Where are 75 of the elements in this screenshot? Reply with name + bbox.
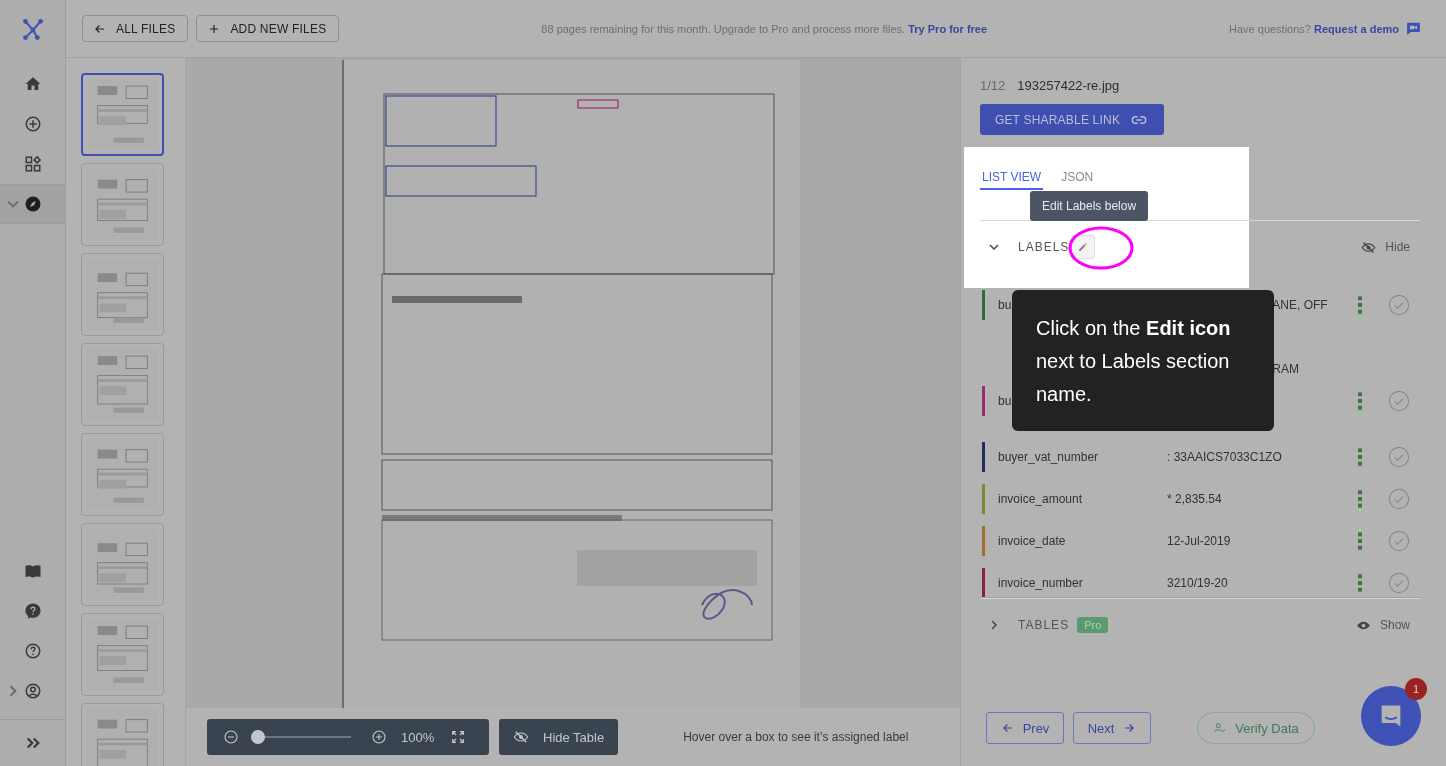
pencil-icon [1077, 241, 1090, 253]
page-thumbnail[interactable] [81, 613, 164, 696]
user-check-icon [1213, 721, 1228, 735]
tooltip: Edit Labels below [1030, 191, 1149, 221]
add-files-button[interactable]: ADD NEW FILES [196, 15, 340, 42]
demo-prompt: Have questions? Request a demo [1229, 22, 1399, 35]
compass-icon [23, 195, 42, 213]
request-demo-link[interactable]: Request a demo [1314, 22, 1399, 35]
zoom-out-icon[interactable] [223, 729, 239, 745]
more-options-icon[interactable] [1358, 573, 1362, 593]
try-pro-link[interactable]: Try Pro for free [908, 22, 988, 35]
question-circle-icon [23, 642, 42, 660]
verify-data-button[interactable]: Verify Data [1197, 712, 1315, 744]
pro-badge: Pro [1077, 617, 1109, 633]
label-value: * 2,835.54 [1167, 491, 1223, 508]
page-thumbnail[interactable] [81, 73, 164, 156]
label-name: bu [998, 297, 1012, 314]
more-options-icon[interactable] [1358, 447, 1362, 467]
more-options-icon[interactable] [1358, 391, 1362, 411]
zoom-level: 100% [401, 729, 435, 745]
check-circle-icon[interactable] [1388, 390, 1410, 412]
notification-badge: 1 [1405, 678, 1427, 700]
arrow-left-icon [1000, 721, 1015, 735]
label-value: : 33AAICS7033C1ZO [1167, 449, 1283, 466]
label-name: invoice_number [998, 575, 1084, 592]
home-icon [23, 75, 42, 93]
section-title: TABLES [1018, 618, 1070, 632]
page-thumbnail[interactable] [81, 253, 164, 336]
eye-off-icon [513, 729, 529, 745]
highlight-ring [1066, 224, 1136, 272]
usage-notice: 88 pages remaining for this month. Upgrade to Pro and process more files. Try Pro for free [541, 22, 988, 35]
share-link-button[interactable]: GET SHARABLE LINK [980, 104, 1164, 135]
label-name: buyer_vat_number [998, 449, 1100, 466]
label-value: 12-Jul-2019 [1167, 533, 1232, 550]
video-chat-icon[interactable] [1405, 20, 1422, 37]
rail-item[interactable] [0, 184, 65, 224]
fullscreen-icon[interactable] [450, 729, 467, 745]
zoom-in-icon[interactable] [371, 729, 387, 745]
label-value: 3210/19-20 [1167, 575, 1229, 592]
check-circle-icon[interactable] [1388, 488, 1410, 510]
viewer-hint: Hover over a box to see it’s assigned label [683, 730, 909, 744]
check-circle-icon[interactable] [1388, 572, 1410, 594]
hide-table-button[interactable]: Hide Table [499, 719, 619, 755]
label-name: invoice_amount [998, 491, 1084, 508]
more-options-icon[interactable] [1358, 489, 1362, 509]
more-options-icon[interactable] [1358, 295, 1362, 315]
section-title: LABELS [1018, 240, 1070, 254]
check-circle-icon[interactable] [1388, 294, 1410, 316]
page-thumbnail[interactable] [81, 433, 164, 516]
file-counter: 1/12 [980, 77, 1006, 93]
label-name: invoice_date [998, 533, 1067, 550]
view-tab[interactable]: JSON [1059, 168, 1096, 190]
all-files-button[interactable]: ALL FILES [82, 15, 189, 42]
section-toggle[interactable]: Hide [1361, 239, 1410, 255]
page-thumbnail[interactable] [81, 343, 164, 426]
tour-popover: Click on the Edit icon next to Labels section name. [1012, 290, 1274, 431]
user-circle-icon [23, 682, 42, 700]
section-toggle[interactable]: Show [1355, 617, 1410, 633]
help-bubble-icon [23, 602, 42, 620]
check-circle-icon[interactable] [1388, 446, 1410, 468]
chat-launcher[interactable] [1361, 686, 1421, 746]
prev-button[interactable]: Prev [986, 712, 1064, 744]
next-button[interactable]: Next [1073, 712, 1151, 744]
add-circle-icon [23, 115, 42, 133]
page-thumbnail[interactable] [81, 523, 164, 606]
file-name: 193257422-re.jpg [1017, 77, 1120, 93]
page-thumbnail[interactable] [81, 703, 164, 766]
view-tab[interactable]: LIST VIEW [980, 168, 1044, 190]
more-options-icon[interactable] [1358, 531, 1362, 551]
label-name: bu [998, 393, 1012, 410]
check-circle-icon[interactable] [1388, 530, 1410, 552]
page-thumbnail[interactable] [81, 163, 164, 246]
eye-off-icon [1361, 239, 1377, 255]
book-icon [23, 562, 42, 580]
widgets-icon [23, 155, 42, 173]
